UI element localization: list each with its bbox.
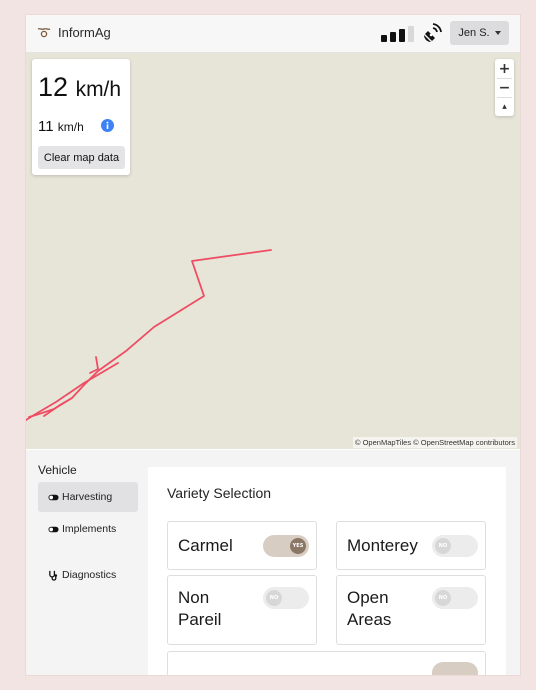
- variety-card-monterey: Monterey NO: [336, 521, 486, 570]
- variety-toggle-open-areas[interactable]: NO: [432, 587, 478, 609]
- top-bar: InformAg Jen S.: [26, 15, 520, 53]
- vehicle-panel: Vehicle Harvesting Implements Diagnostic…: [26, 450, 520, 675]
- brand-name: InformAg: [58, 24, 111, 40]
- average-speed-unit: km/h: [57, 120, 84, 134]
- current-speed-value: 12: [38, 72, 69, 102]
- variety-label-line2: Pareil: [178, 610, 222, 629]
- sidebar-item-harvesting[interactable]: Harvesting: [38, 482, 138, 512]
- toggle-icon: [48, 526, 59, 532]
- chevron-down-icon: [494, 31, 501, 35]
- track-line-main: [43, 249, 272, 417]
- map-attribution[interactable]: © OpenMapTiles © OpenStreetMap contribut…: [352, 437, 517, 448]
- average-speed-value: 11: [38, 118, 54, 135]
- signal-strength-icon: [381, 26, 414, 42]
- sidebar-item-diagnostics[interactable]: Diagnostics: [38, 560, 138, 590]
- reset-north-button[interactable]: ▴: [495, 97, 514, 116]
- sidebar-item-implements[interactable]: Implements: [38, 514, 138, 544]
- toggle-knob: NO: [435, 538, 451, 554]
- speed-card: 12 km/h 11 km/h Clear map data: [32, 59, 130, 175]
- variety-card-partial: [167, 651, 486, 675]
- toggle-icon: [48, 494, 59, 500]
- clear-map-data-button[interactable]: Clear map data: [38, 146, 125, 169]
- variety-label-line2: Areas: [347, 610, 392, 629]
- variety-label-line1: Open: [347, 588, 389, 607]
- current-speed: 12 km/h: [38, 72, 121, 103]
- variety-toggle-partial[interactable]: [432, 662, 478, 675]
- zoom-controls: + − ▴: [495, 59, 514, 116]
- logo-icon: [37, 28, 51, 38]
- toggle-knob: NO: [435, 590, 451, 606]
- sidebar-title: Vehicle: [38, 463, 77, 477]
- variety-card-non-pareil: Non Pareil NO: [167, 575, 317, 645]
- track-line-spur: [89, 356, 99, 374]
- variety-card-carmel: Carmel YES: [167, 521, 317, 570]
- stethoscope-icon: [49, 570, 58, 581]
- app-window: InformAg Jen S. 12 km/h 11 km/h Clear ma…: [26, 15, 520, 675]
- variety-toggle-non-pareil[interactable]: NO: [263, 587, 309, 609]
- variety-selection-title: Variety Selection: [167, 485, 272, 501]
- variety-selection-panel: Variety Selection Carmel YES Monterey NO: [148, 467, 506, 675]
- variety-label: Carmel: [178, 535, 233, 557]
- zoom-in-button[interactable]: +: [495, 59, 514, 78]
- info-icon[interactable]: [101, 119, 114, 132]
- toggle-knob: YES: [290, 538, 306, 554]
- zoom-out-button[interactable]: −: [495, 78, 514, 97]
- variety-label: Open Areas: [347, 587, 391, 631]
- variety-label-line1: Monterey: [347, 536, 418, 555]
- sidebar-item-label: Harvesting: [62, 491, 113, 503]
- variety-label: Monterey: [347, 535, 418, 557]
- user-name: Jen S.: [458, 27, 490, 39]
- brand[interactable]: InformAg: [36, 24, 111, 40]
- sidebar-item-label: Implements: [62, 523, 117, 535]
- variety-label: Non Pareil: [178, 587, 221, 631]
- track-line-loop: [26, 362, 119, 421]
- current-speed-unit: km/h: [75, 78, 122, 101]
- average-speed: 11 km/h: [38, 118, 84, 135]
- toggle-knob: NO: [266, 590, 282, 606]
- sidebar-item-label: Diagnostics: [62, 569, 117, 581]
- variety-label-line1: Carmel: [178, 536, 233, 555]
- user-menu-button[interactable]: Jen S.: [450, 21, 509, 45]
- variety-toggle-monterey[interactable]: NO: [432, 535, 478, 557]
- variety-card-open-areas: Open Areas NO: [336, 575, 486, 645]
- variety-label-line1: Non: [178, 588, 210, 607]
- satellite-icon: [424, 23, 442, 42]
- variety-toggle-carmel[interactable]: YES: [263, 535, 309, 557]
- map-view[interactable]: 12 km/h 11 km/h Clear map data + − ▴ © O…: [26, 53, 520, 449]
